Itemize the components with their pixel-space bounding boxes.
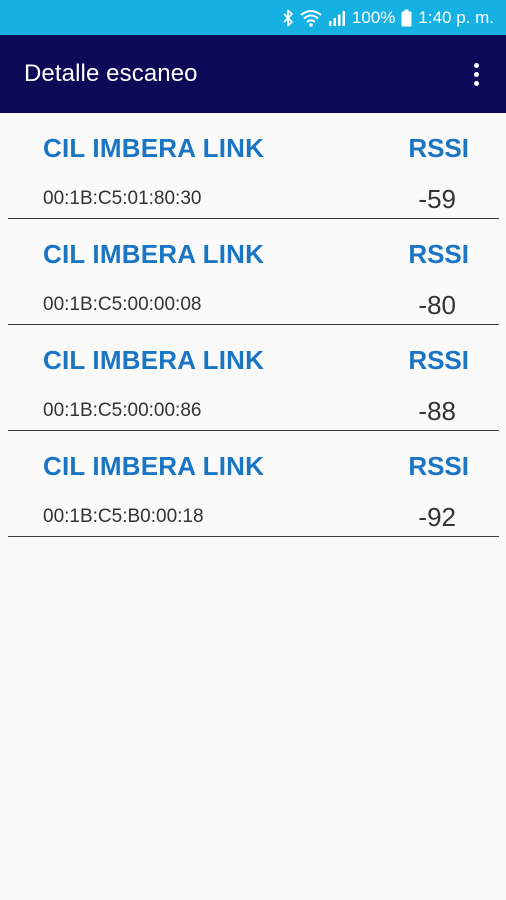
device-list-item[interactable]: CIL IMBERA LINK RSSI 00:1B:C5:01:80:30 -… (8, 113, 499, 219)
bluetooth-icon (282, 9, 294, 27)
device-mac-address: 00:1B:C5:00:00:86 (43, 400, 202, 421)
rssi-value: -92 (418, 502, 456, 532)
device-name: CIL IMBERA LINK (43, 451, 265, 481)
wifi-icon (300, 9, 322, 27)
status-time: 1:40 p. m. (418, 7, 494, 27)
rssi-value: -88 (418, 396, 456, 426)
battery-icon (401, 9, 412, 27)
page-title: Detalle escaneo (24, 60, 198, 87)
device-mac-address: 00:1B:C5:00:00:08 (43, 294, 202, 315)
rssi-label: RSSI (408, 345, 469, 375)
device-list-item[interactable]: CIL IMBERA LINK RSSI 00:1B:C5:B0:00:18 -… (8, 431, 499, 537)
rssi-label: RSSI (408, 451, 469, 481)
device-name: CIL IMBERA LINK (43, 239, 265, 269)
overflow-menu-icon[interactable] (464, 59, 488, 89)
device-name: CIL IMBERA LINK (43, 345, 265, 375)
rssi-value: -80 (418, 290, 456, 320)
rssi-label: RSSI (408, 239, 469, 269)
rssi-label: RSSI (408, 133, 469, 163)
rssi-value: -59 (418, 184, 456, 214)
app-bar: Detalle escaneo (0, 35, 506, 113)
device-list-item[interactable]: CIL IMBERA LINK RSSI 00:1B:C5:00:00:86 -… (8, 325, 499, 431)
device-mac-address: 00:1B:C5:B0:00:18 (43, 506, 204, 527)
device-list-item[interactable]: CIL IMBERA LINK RSSI 00:1B:C5:00:00:08 -… (8, 219, 499, 325)
device-list: CIL IMBERA LINK RSSI 00:1B:C5:01:80:30 -… (0, 113, 506, 537)
battery-text: 100% (351, 7, 396, 27)
device-name: CIL IMBERA LINK (43, 133, 265, 163)
signal-icon (328, 9, 346, 27)
device-mac-address: 00:1B:C5:01:80:30 (43, 188, 202, 209)
status-bar: 100% 1:40 p. m. (0, 0, 506, 35)
